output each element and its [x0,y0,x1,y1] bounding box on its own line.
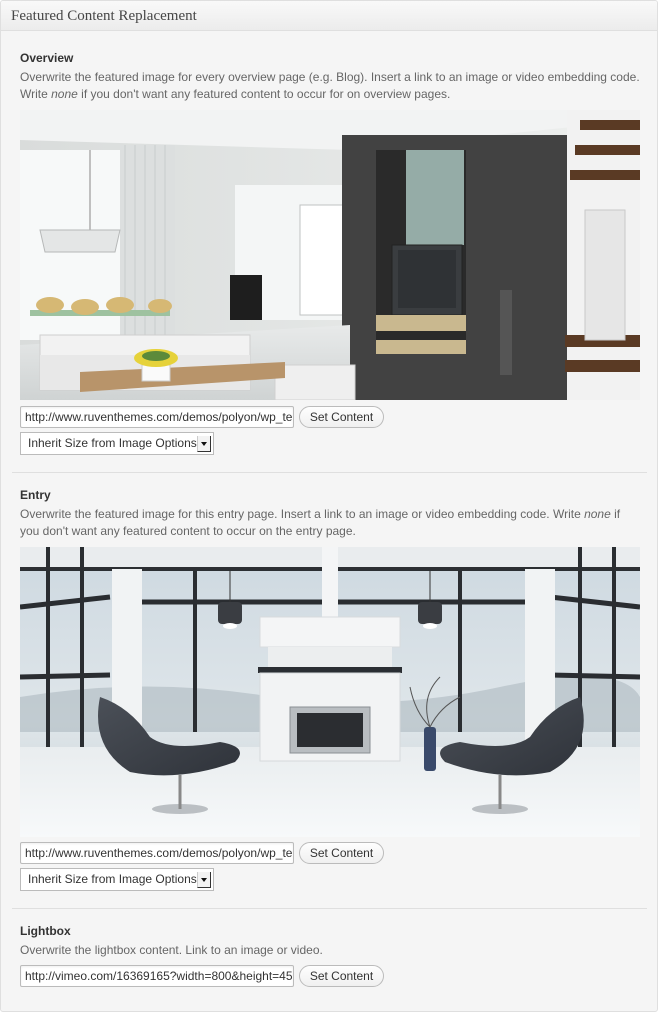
metabox-header[interactable]: Featured Content Replacement [1,1,657,31]
overview-featured-image [20,110,640,400]
lightbox-url-input[interactable]: http://vimeo.com/16369165?width=800&heig… [20,965,294,987]
entry-title: Entry [20,488,51,502]
entry-url-input[interactable]: http://www.ruventhemes.com/demos/polyon/… [20,842,294,864]
lightbox-section: Lightbox Overwrite the lightbox content.… [12,908,647,1008]
overview-url-input[interactable]: http://www.ruventhemes.com/demos/polyon/… [20,406,294,428]
dropdown-arrow-icon [197,436,211,452]
lightbox-description: Overwrite the lightbox content. Link to … [20,943,323,957]
overview-title: Overview [20,51,74,65]
entry-set-content-button[interactable]: Set Content [299,842,384,864]
dropdown-arrow-icon [197,872,211,888]
overview-section: Overview Overwrite the featured image fo… [12,31,647,473]
overview-size-select-value: Inherit Size from Image Options [28,436,197,450]
entry-description: Overwrite the featured image for this en… [20,507,621,538]
entry-size-select-value: Inherit Size from Image Options [28,872,197,886]
metabox-title: Featured Content Replacement [11,8,197,24]
overview-size-select[interactable]: Inherit Size from Image Options [20,432,214,455]
lightbox-title: Lightbox [20,924,71,938]
lightbox-set-content-button[interactable]: Set Content [299,965,384,987]
overview-description: Overwrite the featured image for every o… [20,70,640,101]
overview-set-content-button[interactable]: Set Content [299,406,384,428]
entry-section: Entry Overwrite the featured image for t… [12,472,647,909]
entry-featured-image [20,547,640,837]
featured-content-metabox: Featured Content Replacement Overview Ov… [0,0,658,1012]
entry-size-select[interactable]: Inherit Size from Image Options [20,868,214,891]
